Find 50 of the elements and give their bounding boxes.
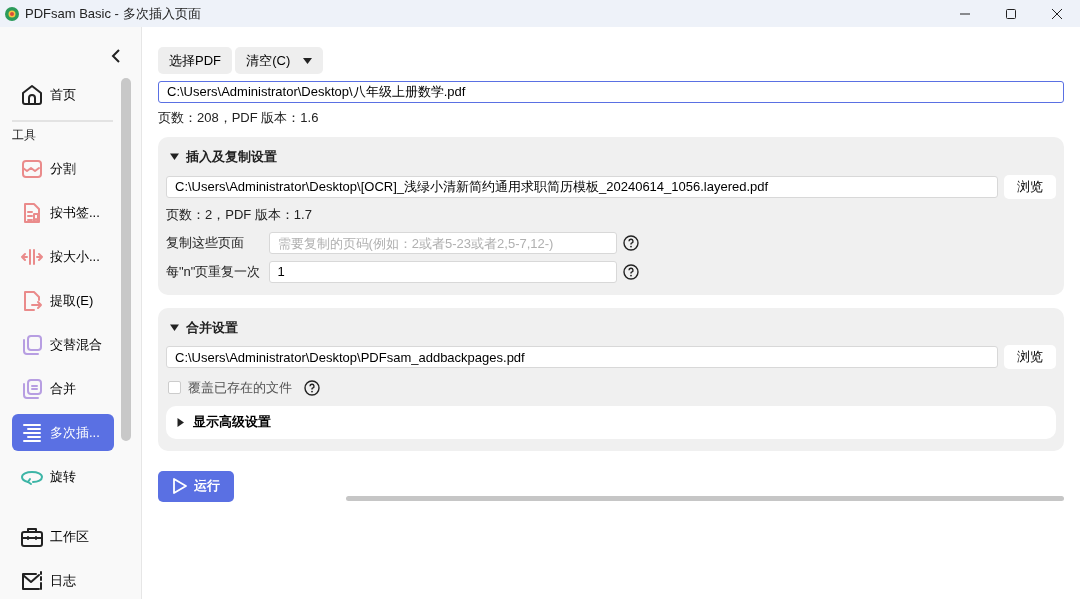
close-icon — [1051, 7, 1063, 20]
checkbox[interactable] — [168, 381, 181, 395]
collapse-chevron-icon[interactable] — [111, 49, 121, 63]
section-label: 工具 — [12, 127, 37, 144]
sidebar-item[interactable]: 旋转 — [12, 458, 114, 495]
collapsed-triangle-icon — [176, 417, 185, 427]
mail-icon — [20, 568, 44, 593]
home-icon — [20, 82, 44, 107]
field-label: 复制这些页面 — [166, 234, 245, 253]
pages-icon — [20, 332, 44, 357]
sidebar-item[interactable]: 按书签... — [12, 194, 114, 231]
help-icon[interactable] — [623, 263, 639, 280]
sidebar-item[interactable]: 合并 — [12, 370, 114, 407]
pages-field[interactable]: 需要复制的页码(例如：2或者5-23或者2,5-7,12-) — [268, 232, 617, 254]
sidebar-item[interactable]: 分割 — [12, 150, 114, 187]
expanded-triangle-icon — [170, 152, 179, 162]
sidebar-item[interactable]: 提取(E) — [12, 282, 114, 319]
scrollbar-thumb[interactable] — [121, 78, 131, 441]
select-pdf-button[interactable]: 选择PDF — [158, 47, 232, 74]
panel-header[interactable]: 合并设置 — [166, 315, 1056, 345]
file-path-field[interactable]: C:\Users\Administrator\Desktop\PDFsam_addbackpages.pdf — [166, 346, 998, 368]
field-label: 每"n"页重复一次 — [166, 262, 262, 281]
run-button[interactable]: 运行 — [158, 470, 234, 502]
file-info-text: 页数：2，PDF 版本：1.7 — [166, 205, 313, 224]
help-icon[interactable] — [304, 379, 320, 396]
expanded-triangle-icon — [170, 322, 179, 332]
file-path-field[interactable]: C:\Users\Administrator\Desktop\[OCR]_浅绿小清新简约通用求职简历模板_20240614_1056.layered.pdf — [166, 175, 998, 198]
pages-icon — [20, 376, 44, 401]
clear-dropdown-button[interactable]: 清空(C) — [235, 47, 324, 74]
app-logo-icon — [5, 6, 19, 21]
horizontal-scrollbar[interactable] — [346, 495, 1064, 501]
panel-header[interactable]: 插入及复制设置 — [166, 145, 1056, 175]
browse-button[interactable]: 浏览 — [1004, 345, 1056, 369]
file-info-text: 页数：208，PDF 版本：1.6 — [158, 108, 320, 127]
sidebar-item[interactable]: 多次插... — [12, 414, 114, 451]
checkbox-label: 覆盖已存在的文件 — [187, 379, 292, 397]
sidebar-item[interactable]: 首页 — [12, 76, 114, 113]
file-path-field[interactable]: C:\Users\Administrator\Desktop\八年级上册数学.pdf — [158, 80, 1064, 103]
sidebar-item[interactable]: 日志 — [12, 562, 114, 599]
browse-button[interactable]: 浏览 — [1004, 174, 1056, 199]
window-title: PDFsam Basic - 多次插入页面 — [25, 4, 201, 23]
maximize-icon — [1005, 7, 1017, 20]
advanced-settings-toggle[interactable]: 显示高级设置 — [166, 405, 1056, 439]
repeat-field[interactable]: 1 — [268, 260, 617, 283]
sidebar-item[interactable]: 按大小... — [12, 238, 114, 275]
play-icon — [172, 477, 188, 495]
sidebar-item[interactable]: 交替混合 — [12, 326, 114, 363]
help-icon[interactable] — [623, 235, 639, 251]
sidebar-item[interactable]: 工作区 — [12, 518, 114, 555]
caret-icon — [303, 57, 313, 64]
